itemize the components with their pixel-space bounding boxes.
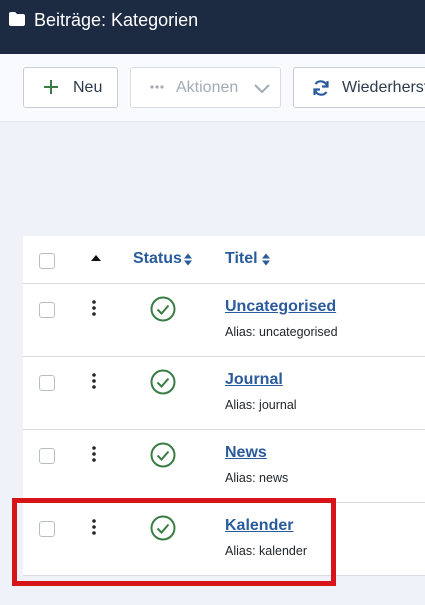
row-checkbox[interactable] bbox=[39, 302, 55, 318]
highlight-box bbox=[12, 498, 336, 586]
new-button[interactable]: Neu bbox=[23, 67, 118, 108]
sort-icon[interactable] bbox=[261, 252, 271, 267]
published-check-icon[interactable] bbox=[150, 442, 176, 468]
published-check-icon[interactable] bbox=[150, 369, 176, 395]
plus-icon bbox=[44, 80, 58, 94]
category-alias: Alias: news bbox=[225, 471, 289, 485]
drag-handle-icon[interactable] bbox=[91, 445, 97, 463]
restore-button-label: Wiederherst bbox=[342, 79, 425, 96]
page-title: Beiträge: Kategorien bbox=[34, 10, 199, 30]
table-row: Journal Alias: journal bbox=[23, 357, 425, 430]
category-title-link[interactable]: Journal bbox=[225, 371, 283, 389]
toolbar: Neu Aktionen Wiederherst bbox=[0, 54, 425, 122]
table-row: News Alias: news bbox=[23, 430, 425, 503]
category-alias: Alias: journal bbox=[225, 398, 297, 412]
table-header-row: Status Titel bbox=[23, 236, 425, 284]
sort-ascending-icon[interactable] bbox=[89, 253, 103, 263]
category-title-link[interactable]: Uncategorised bbox=[225, 298, 336, 316]
actions-dropdown-label: Aktionen bbox=[176, 79, 239, 96]
chevron-down-icon bbox=[254, 84, 270, 94]
drag-handle-icon[interactable] bbox=[91, 299, 97, 317]
actions-dropdown[interactable]: Aktionen bbox=[130, 67, 281, 108]
column-header-status[interactable]: Status bbox=[133, 250, 182, 268]
sync-icon bbox=[313, 80, 329, 96]
new-button-label: Neu bbox=[73, 79, 103, 96]
drag-handle-icon[interactable] bbox=[91, 372, 97, 390]
column-header-title[interactable]: Titel bbox=[225, 250, 258, 268]
row-checkbox[interactable] bbox=[39, 448, 55, 464]
restore-button[interactable]: Wiederherst bbox=[293, 67, 425, 108]
category-title-link[interactable]: News bbox=[225, 444, 267, 462]
published-check-icon[interactable] bbox=[150, 296, 176, 322]
table-row: Uncategorised Alias: uncategorised bbox=[23, 284, 425, 357]
folder-icon bbox=[9, 12, 25, 26]
page-header: Beiträge: Kategorien bbox=[0, 0, 425, 54]
sort-icon[interactable] bbox=[183, 252, 193, 267]
ellipsis-icon bbox=[150, 85, 164, 89]
row-checkbox[interactable] bbox=[39, 375, 55, 391]
category-alias: Alias: uncategorised bbox=[225, 325, 338, 339]
select-all-checkbox[interactable] bbox=[39, 253, 55, 269]
